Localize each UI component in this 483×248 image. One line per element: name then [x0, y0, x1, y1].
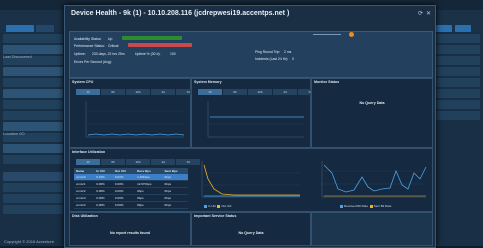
performance-bar: [128, 43, 192, 47]
table-cell: 0.00%: [112, 180, 136, 188]
table-cell: 0.00%: [94, 194, 113, 202]
performance-value: Critical: [108, 44, 119, 48]
availability-value: Up: [108, 37, 113, 41]
background-label: Location 0O: [3, 131, 25, 136]
legend-label: Out Util: [221, 204, 232, 208]
table-cell: 0.00%: [94, 187, 113, 195]
tab-6h[interactable]: 6h: [223, 89, 247, 95]
availability-label: Availability Status:: [74, 37, 102, 41]
no-data-message: No Query Data: [359, 101, 385, 105]
ping-label: Ping Round Trip:: [255, 50, 281, 54]
legend-label: In Util: [208, 204, 216, 208]
interface-table: Name In Util Out Util Recv Bps Sent Bps …: [74, 168, 188, 209]
table-cell: 0bps: [135, 201, 163, 209]
table-row[interactable]: vmnic3 0.00% 0.00% 0bps 0bps: [74, 194, 188, 202]
table-cell: vmnic3: [74, 194, 95, 202]
panel-title: Interface Utilization: [72, 150, 106, 154]
uptime-value: 233 days, 22 hrs 25m: [92, 52, 125, 56]
panel-title: System Memory: [194, 80, 222, 84]
memory-chart: [207, 101, 304, 138]
time-range-tabs: 1h 6h 12h 1d 7d: [76, 159, 201, 165]
tab-12h[interactable]: 12h: [126, 89, 150, 95]
tab-12h[interactable]: 12h: [126, 159, 150, 165]
interface-utilization-panel: Interface Utilization 1h 6h 12h 1d 7d Na…: [69, 148, 433, 212]
disk-utilization-panel: Disk Utilization No report results found: [69, 212, 191, 246]
background-sidebar: Last Discovered Location 0O: [0, 32, 66, 246]
uptime-pct-value: 100: [170, 52, 176, 56]
monitor-status-panel: Monitor Status No Query Data: [311, 78, 433, 148]
system-memory-panel: System Memory 1h 6h 12h 1d 7d: [191, 78, 322, 148]
performance-label: Performance Status:: [74, 44, 105, 48]
table-cell: 0.00%: [112, 201, 136, 209]
tab-1d[interactable]: 1d: [151, 89, 175, 95]
utilization-legend: In Util Out Util: [204, 204, 231, 208]
panel-title: Important Service Status: [194, 214, 237, 218]
table-row[interactable]: vmnic4 0.00% 0.00% 0bps 0bps: [74, 201, 188, 209]
cpu-chart: [85, 101, 185, 138]
table-row[interactable]: vmnic1 0.00% 0.00% 12.67Kbps 0bps: [74, 180, 188, 188]
background-right-panel: [430, 32, 483, 246]
table-cell: 0bps: [162, 194, 188, 202]
modal-controls: ⟳ ✕: [415, 10, 431, 17]
table-cell: 0bps: [135, 187, 163, 195]
ping-value: 2 ms: [284, 50, 292, 54]
bit-rate-chart: [321, 161, 427, 198]
service-status-panel: Important Service Status No Query Data: [191, 212, 311, 246]
no-data-message: No report results found: [110, 231, 150, 235]
table-cell: vmnic2: [74, 187, 95, 195]
uptime-pct-label: Uptime % (30 d):: [135, 52, 161, 56]
panel-title: System CPU: [72, 80, 94, 84]
background-copyright: Copyright © 2016 Accenture: [4, 239, 55, 244]
close-icon[interactable]: ✕: [426, 11, 431, 17]
tab-1h[interactable]: 1h: [76, 89, 100, 95]
table-cell: 0bps: [162, 187, 188, 195]
tab-1d[interactable]: 1d: [273, 89, 297, 95]
panel-title: Disk Utilization: [72, 214, 98, 218]
modal-title: Device Health - 9k (1) - 10.10.208.116 (…: [71, 10, 290, 17]
tab-1h[interactable]: 1h: [198, 89, 222, 95]
table-cell: 0.00%: [94, 201, 113, 209]
table-cell: 0bps: [135, 194, 163, 202]
legend-label: Sent Bit Rate: [373, 204, 392, 208]
no-data-message: No Query Data: [238, 231, 264, 235]
legend-label: Received Bit Rate: [344, 204, 369, 208]
system-cpu-panel: System CPU 1h 6h 12h 1d 7d: [69, 78, 200, 148]
table-cell: 0.00%: [112, 187, 136, 195]
tab-12h[interactable]: 12h: [248, 89, 272, 95]
range-slider-handle[interactable]: [349, 32, 354, 37]
uptime-label: Uptime:: [74, 52, 86, 56]
tab-1d[interactable]: 1d: [151, 159, 175, 165]
bit-rate-legend: Received Bit Rate Sent Bit Rate: [340, 204, 391, 208]
device-health-modal: Device Health - 9k (1) - 10.10.208.116 (…: [64, 5, 436, 248]
time-range-tabs: 1h 6h 12h 1d 7d: [76, 89, 201, 95]
table-cell: 0.00%: [94, 180, 113, 188]
table-cell: 0.00%: [112, 194, 136, 202]
tab-6h[interactable]: 6h: [101, 89, 125, 95]
refresh-icon[interactable]: ⟳: [418, 11, 423, 17]
incidents-value: 0: [292, 57, 294, 61]
table-cell: 0bps: [162, 201, 188, 209]
table-cell: vmnic1: [74, 180, 95, 188]
tab-6h[interactable]: 6h: [101, 159, 125, 165]
empty-panel: [311, 212, 433, 246]
table-row[interactable]: vmnic2 0.00% 0.00% 0bps 0bps: [74, 187, 188, 195]
range-slider-track[interactable]: [313, 34, 341, 35]
time-range-tabs: 1h 6h 12h 1d 7d: [198, 89, 323, 95]
table-cell: 12.67Kbps: [135, 180, 163, 188]
table-cell: 0bps: [162, 180, 188, 188]
panel-title: Monitor Status: [314, 80, 340, 84]
status-summary: Availability Status: Up Performance Stat…: [69, 31, 433, 78]
errors-label: Errors Per Second (Avg):: [74, 60, 112, 64]
table-cell: vmnic4: [74, 201, 95, 209]
tab-1h[interactable]: 1h: [76, 159, 100, 165]
availability-bar: [122, 36, 182, 40]
background-label: Last Discovered: [3, 54, 32, 59]
utilization-chart: [201, 161, 300, 198]
incidents-label: Incidents (Last 24 Hr):: [255, 57, 289, 61]
